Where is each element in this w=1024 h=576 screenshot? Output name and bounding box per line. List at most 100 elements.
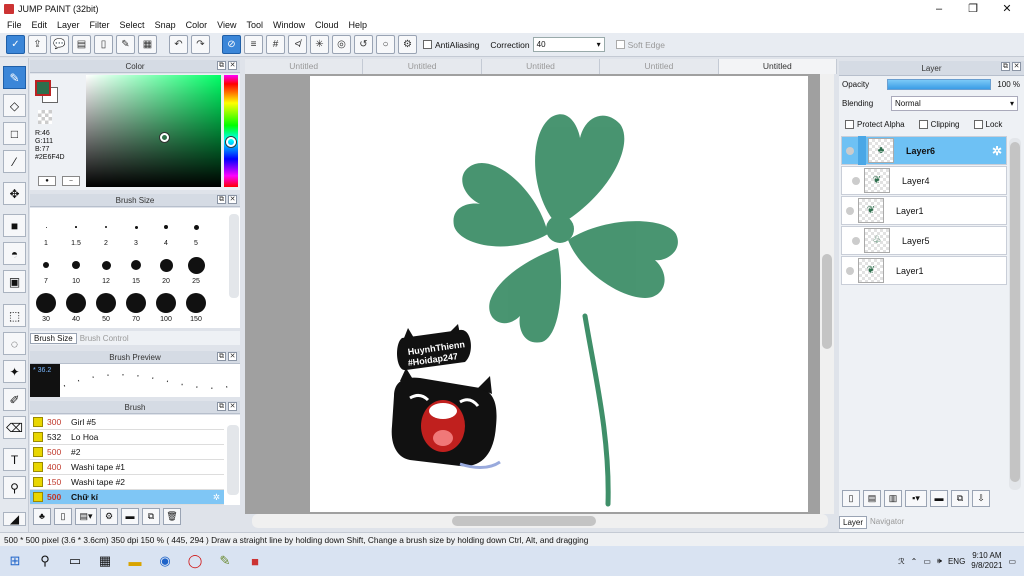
new-document-icon[interactable]: ▯ [94, 35, 113, 54]
select-pen-icon[interactable]: ✐ [3, 388, 26, 411]
brush-size-cell[interactable]: 40 [61, 292, 91, 326]
select-eraser-icon[interactable]: ⌫ [3, 416, 26, 439]
brush-tool-icon[interactable]: ✎ [3, 66, 26, 89]
opera-icon[interactable]: ◯ [180, 546, 210, 576]
hue-slider[interactable] [224, 75, 238, 187]
layer-row[interactable]: ❦ Layer1 [841, 256, 1007, 285]
duplicate-icon[interactable]: ⧉ [142, 508, 160, 525]
line-tool-icon[interactable]: ⁄ [3, 150, 26, 173]
visibility-icon[interactable] [852, 176, 860, 185]
network-icon[interactable]: ▭ [923, 557, 931, 566]
panel-float-icon[interactable]: ⧉ [217, 61, 226, 70]
color-option-button[interactable]: – [62, 176, 80, 186]
move-tool-icon[interactable]: ✥ [3, 182, 26, 205]
minimize-button[interactable]: – [922, 0, 956, 17]
select-tool-icon[interactable]: ⬚ [3, 304, 26, 327]
perspective-snap-icon[interactable]: ≮ [288, 35, 307, 54]
antialiasing-checkbox[interactable] [423, 40, 432, 49]
brush-item-selected[interactable]: 500 Chữ kí ✲ [30, 490, 224, 505]
rect-select-tool-icon[interactable]: □ [3, 122, 26, 145]
clipping-checkbox[interactable] [918, 120, 928, 129]
brush-item[interactable]: 532 Lo Hoa [30, 430, 224, 445]
vertical-scrollbar[interactable] [820, 74, 834, 514]
brush-size-cell[interactable]: 30 [31, 292, 61, 326]
tab-canvas-1[interactable]: Untitled [245, 59, 364, 74]
zalo-icon[interactable]: ◉ [150, 546, 180, 576]
fill-rect-tool-icon[interactable]: ■ [3, 214, 26, 237]
edit-document-icon[interactable]: ✎ [116, 35, 135, 54]
brush-size-cell[interactable]: 1.5 [61, 216, 91, 250]
comment-icon[interactable]: 💬 [50, 35, 69, 54]
brush-size-cell[interactable]: 15 [121, 254, 151, 288]
blending-select[interactable]: Normal ▾ [891, 96, 1018, 111]
menu-edit[interactable]: Edit [27, 20, 53, 30]
layer-row[interactable]: ♧ Layer5 [841, 226, 1007, 255]
snap-settings-icon[interactable]: ⚙ [398, 35, 417, 54]
brush-list-scrollbar[interactable] [227, 425, 239, 495]
brush-item[interactable]: 300 Girl #5 [30, 415, 224, 430]
menu-snap[interactable]: Snap [150, 20, 181, 30]
brush-tree-icon[interactable]: ♣ [33, 508, 51, 525]
brush-size-cell[interactable]: 12 [91, 254, 121, 288]
panel-float-icon[interactable]: ⧉ [1001, 62, 1010, 71]
menu-color[interactable]: Color [181, 20, 213, 30]
search-icon[interactable]: ⚲ [30, 546, 60, 576]
layer-row[interactable]: ❦ Layer4 [841, 166, 1007, 195]
ellipse-snap-icon[interactable]: ○ [376, 35, 395, 54]
visibility-icon[interactable] [846, 266, 854, 275]
file-explorer-icon[interactable]: ▬ [120, 546, 150, 576]
more-tools-icon[interactable]: ◢ [3, 512, 26, 526]
panel-float-icon[interactable]: ⧉ [217, 195, 226, 204]
circle-snap-icon[interactable]: ◎ [332, 35, 351, 54]
brush-size-cell[interactable]: 7 [31, 254, 61, 288]
brush-size-cell[interactable]: 2 [91, 216, 121, 250]
panel-float-icon[interactable]: ⧉ [217, 352, 226, 361]
drawing-canvas[interactable]: HuynhThienn #Hoidap247 [310, 76, 808, 512]
people-icon[interactable]: ℛ [898, 557, 904, 566]
brush-menu-icon[interactable]: ▤▾ [75, 508, 97, 525]
layer-scrollbar[interactable] [1009, 138, 1021, 490]
close-button[interactable]: ✕ [990, 0, 1024, 17]
gradient-tool-icon[interactable]: ▣ [3, 270, 26, 293]
language-indicator[interactable]: ENG [948, 557, 965, 566]
brush-settings-icon[interactable]: ⚙ [100, 508, 118, 525]
notification-icon[interactable]: ▭ [1008, 557, 1016, 566]
horizontal-scrollbar[interactable] [252, 514, 828, 528]
tab-canvas-4[interactable]: Untitled [600, 59, 719, 74]
horizontal-scroll-thumb[interactable] [452, 516, 596, 526]
foreground-color-swatch[interactable] [35, 80, 51, 96]
parallel-snap-icon[interactable]: ≡ [244, 35, 263, 54]
tab-canvas-3[interactable]: Untitled [481, 59, 601, 74]
grid-settings-icon[interactable]: ▦ [138, 35, 157, 54]
visibility-icon[interactable] [852, 236, 860, 245]
menu-view[interactable]: View [212, 20, 241, 30]
folder-icon[interactable]: ▬ [930, 490, 948, 507]
layer-menu-icon[interactable]: ▪▾ [905, 490, 927, 507]
brush-size-cell[interactable]: 1 [31, 216, 61, 250]
new-layer-icon[interactable]: ▯ [842, 490, 860, 507]
grid-snap-icon[interactable]: # [266, 35, 285, 54]
saturation-value-picker[interactable] [86, 75, 221, 187]
tab-canvas-2[interactable]: Untitled [363, 59, 482, 74]
hue-slider-handle[interactable] [226, 137, 236, 147]
panel-close-icon[interactable]: ✕ [228, 352, 237, 361]
brush-size-cell[interactable]: 50 [91, 292, 121, 326]
new-raster-layer-icon[interactable]: ▤ [863, 490, 881, 507]
merge-layer-icon[interactable]: ⇩ [972, 490, 990, 507]
new-brush-icon[interactable]: ▯ [54, 508, 72, 525]
color-mode-button[interactable]: ● [38, 176, 56, 186]
volume-icon[interactable]: 🕪 [937, 556, 942, 566]
panel-close-icon[interactable]: ✕ [228, 195, 237, 204]
layer-scroll-thumb[interactable] [1010, 142, 1020, 482]
magic-wand-icon[interactable]: ✦ [3, 360, 26, 383]
brush-size-cell[interactable]: 70 [121, 292, 151, 326]
cloud-icon[interactable]: ✓ [6, 35, 25, 54]
brush-size-cell[interactable]: 20 [151, 254, 181, 288]
panel-close-icon[interactable]: ✕ [1012, 62, 1021, 71]
visibility-icon[interactable] [846, 146, 854, 155]
menu-window[interactable]: Window [268, 20, 310, 30]
radial-snap-icon[interactable]: ✳ [310, 35, 329, 54]
task-view-icon[interactable]: ▭ [60, 546, 90, 576]
bucket-tool-icon[interactable]: ◓ [3, 242, 26, 265]
gear-icon[interactable]: ✲ [213, 492, 220, 503]
